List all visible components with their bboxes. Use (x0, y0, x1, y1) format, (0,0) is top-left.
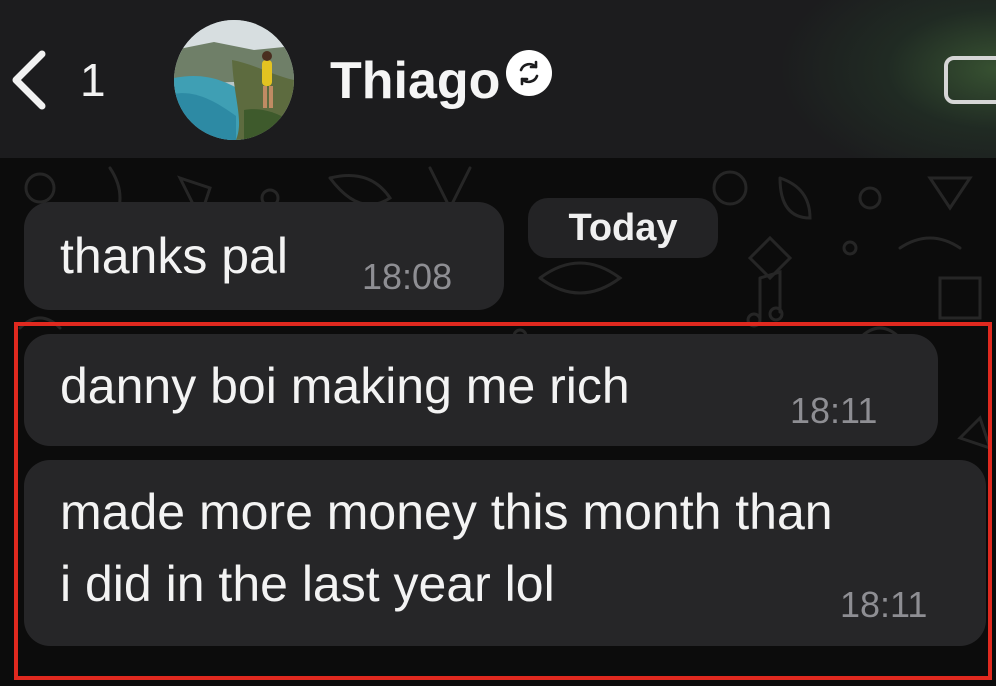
message-bubble[interactable]: made more money this month than i did in… (24, 460, 986, 646)
video-call-icon[interactable] (944, 56, 996, 104)
message-bubble[interactable]: danny boi making me rich 18:11 (24, 334, 938, 446)
sync-icon (506, 50, 552, 96)
chat-header: 1 Thiago (0, 0, 996, 158)
message-time: 18:08 (362, 256, 453, 297)
avatar[interactable] (174, 20, 294, 140)
contact-name[interactable]: Thiago (330, 50, 500, 112)
message-text: danny boi making me rich (60, 358, 630, 414)
message-text-line: i did in the last year lol (60, 556, 555, 612)
date-chip: Today (528, 198, 718, 258)
chat-area: Today thanks pal 18:08 danny boi making … (0, 158, 996, 686)
message-text: thanks pal (60, 228, 288, 284)
chevron-left-icon (12, 50, 46, 110)
avatar-image (174, 20, 294, 140)
message-text-line: made more money this month than (60, 484, 833, 540)
message-bubble[interactable]: thanks pal 18:08 (24, 202, 504, 310)
message-time: 18:11 (790, 390, 878, 431)
back-button[interactable]: 1 (0, 40, 120, 120)
unread-count: 1 (80, 54, 106, 106)
message-time: 18:11 (840, 584, 928, 625)
